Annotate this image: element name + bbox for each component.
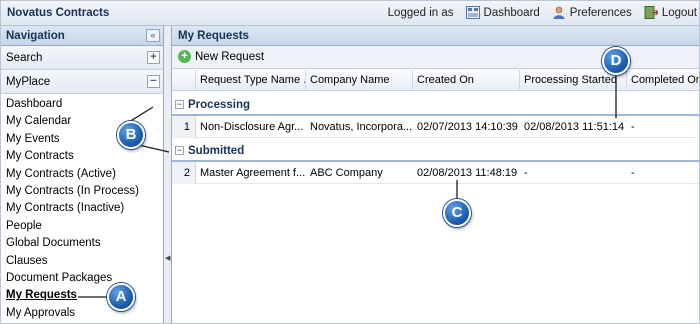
- dashboard-icon: [465, 6, 480, 19]
- collapse-group-icon[interactable]: −: [175, 146, 184, 155]
- row-number: 2: [172, 162, 196, 184]
- callout-a: A: [107, 283, 135, 311]
- callout-c: C: [443, 199, 471, 227]
- new-request-label: New Request: [195, 50, 265, 63]
- cell-request-type: Master Agreement f...: [200, 167, 306, 179]
- row-number: 1: [172, 116, 196, 138]
- navigation-header: Navigation «: [1, 26, 163, 46]
- nav-item-people[interactable]: People: [1, 218, 163, 235]
- new-request-button[interactable]: + New Request: [178, 50, 264, 63]
- preferences-link[interactable]: Preferences: [552, 6, 632, 19]
- nav-item-global-documents[interactable]: Global Documents: [1, 235, 163, 252]
- collapse-group-icon[interactable]: −: [175, 100, 184, 109]
- app-title: Novatus Contracts: [7, 7, 110, 19]
- column-header-label: Completed On: [631, 74, 700, 86]
- logout-link-label: Logout: [661, 6, 697, 19]
- nav-item-document-packages[interactable]: Document Packages: [1, 270, 163, 287]
- group-header-submitted[interactable]: − Submitted: [172, 141, 699, 162]
- collapse-icon[interactable]: −: [147, 75, 160, 88]
- cell-company: ABC Company: [310, 167, 383, 179]
- table-row[interactable]: 2 Master Agreement f... ABC Company 02/0…: [172, 162, 699, 184]
- cell-request-type: Non-Disclosure Agr...: [200, 121, 304, 133]
- column-header-label: Created On: [417, 74, 474, 86]
- group-label: Submitted: [188, 145, 245, 157]
- cell-processing-started: 02/08/2013 11:51:14: [524, 121, 625, 133]
- row-number-header: [172, 70, 196, 91]
- nav-item-my-contracts-in-process[interactable]: My Contracts (In Process): [1, 183, 163, 200]
- splitter-arrow-icon[interactable]: ◀: [165, 254, 170, 262]
- preferences-link-label: Preferences: [569, 6, 632, 19]
- logout-icon: [644, 6, 658, 19]
- nav-item-dashboard[interactable]: Dashboard: [1, 96, 163, 113]
- column-header-label: Request Type Name: [200, 74, 301, 86]
- table-row[interactable]: 1 Non-Disclosure Agr... Novatus, Incorpo…: [172, 116, 699, 138]
- logout-link[interactable]: Logout: [644, 6, 697, 19]
- navigation-panel: Navigation « Search + MyPlace − Dashboar…: [1, 26, 164, 323]
- group-label: Processing: [188, 99, 250, 111]
- cell-created-on: 02/07/2013 14:10:39: [417, 121, 518, 133]
- app-window: Novatus Contracts Logged in as Dashboard…: [0, 0, 700, 324]
- expand-icon[interactable]: +: [147, 51, 160, 64]
- cell-completed-on: -: [631, 121, 635, 133]
- cell-processing-started: -: [524, 167, 528, 179]
- column-header-request-type[interactable]: Request Type Name▲: [196, 70, 306, 91]
- cell-company: Novatus, Incorpora...: [310, 121, 413, 133]
- add-icon: +: [178, 50, 191, 63]
- callout-b: B: [117, 121, 145, 149]
- nav-item-my-requests[interactable]: My Requests: [1, 287, 163, 304]
- navigation-title: Navigation: [6, 30, 65, 42]
- cell-created-on: 02/08/2013 11:48:19: [417, 167, 518, 179]
- nav-item-clauses[interactable]: Clauses: [1, 253, 163, 270]
- group-header-processing[interactable]: − Processing: [172, 95, 699, 116]
- main-header: My Requests: [172, 26, 699, 46]
- nav-item-my-approvals[interactable]: My Approvals: [1, 305, 163, 322]
- page-title: My Requests: [178, 30, 249, 42]
- cell-completed-on: -: [631, 167, 635, 179]
- nav-item-my-contracts[interactable]: My Contracts: [1, 148, 163, 165]
- myplace-section-label: MyPlace: [6, 76, 51, 88]
- column-header-label: Processing Started: [524, 74, 617, 86]
- callout-d: D: [602, 47, 630, 75]
- search-section[interactable]: Search +: [1, 46, 163, 70]
- nav-item-my-contracts-active[interactable]: My Contracts (Active): [1, 166, 163, 183]
- search-section-label: Search: [6, 52, 43, 64]
- top-bar: Novatus Contracts Logged in as Dashboard…: [1, 1, 699, 26]
- column-header-company[interactable]: Company Name: [306, 70, 413, 91]
- nav-item-my-contracts-inactive[interactable]: My Contracts (Inactive): [1, 200, 163, 217]
- column-header-created-on[interactable]: Created On: [413, 70, 520, 91]
- collapse-panel-button[interactable]: «: [146, 29, 160, 42]
- column-header-completed-on[interactable]: Completed On: [627, 70, 700, 91]
- dashboard-link[interactable]: Dashboard: [465, 6, 540, 19]
- logged-in-label: Logged in as: [387, 6, 454, 19]
- user-icon: [553, 6, 565, 19]
- dashboard-link-label: Dashboard: [483, 6, 540, 19]
- top-nav: Logged in as Dashboard Preferences Logou…: [388, 6, 697, 19]
- myplace-section[interactable]: MyPlace −: [1, 70, 163, 94]
- column-header-label: Company Name: [310, 74, 390, 86]
- panel-splitter[interactable]: ◀: [164, 26, 172, 323]
